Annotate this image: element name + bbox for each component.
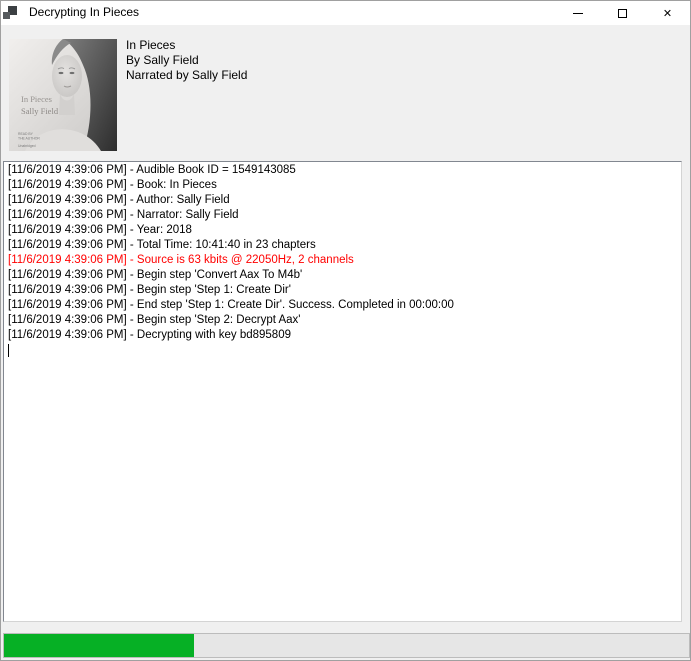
minimize-icon	[573, 13, 583, 14]
app-icon	[3, 6, 17, 20]
window-controls: ✕	[555, 1, 690, 25]
app-icon-square-small	[3, 12, 10, 19]
cover-title-text: In Pieces	[21, 94, 52, 104]
log-line: [11/6/2019 4:39:06 PM] - Total Time: 10:…	[8, 238, 679, 253]
cover-readby-line1: READ BY	[18, 132, 34, 136]
book-title: In Pieces	[126, 38, 247, 53]
window-title: Decrypting In Pieces	[29, 5, 139, 19]
log-line: [11/6/2019 4:39:06 PM] - End step 'Step …	[8, 298, 679, 313]
book-author: By Sally Field	[126, 53, 247, 68]
maximize-button[interactable]	[600, 1, 645, 25]
log-line: [11/6/2019 4:39:06 PM] - Author: Sally F…	[8, 193, 679, 208]
cover-edition-text: Unabridged	[18, 144, 36, 148]
progress-fill	[4, 634, 194, 657]
log-line: [11/6/2019 4:39:06 PM] - Decrypting with…	[8, 328, 679, 343]
titlebar[interactable]: Decrypting In Pieces ✕	[1, 1, 690, 25]
log-line: [11/6/2019 4:39:06 PM] - Year: 2018	[8, 223, 679, 238]
log-line: [11/6/2019 4:39:06 PM] - Begin step 'Ste…	[8, 283, 679, 298]
log-line: [11/6/2019 4:39:06 PM] - Audible Book ID…	[8, 163, 679, 178]
book-cover-art: In Pieces Sally Field READ BY THE AUTHOR…	[9, 39, 117, 151]
log-line: [11/6/2019 4:39:06 PM] - Begin step 'Ste…	[8, 313, 679, 328]
maximize-icon	[618, 9, 627, 18]
minimize-button[interactable]	[555, 1, 600, 25]
close-button[interactable]: ✕	[645, 1, 690, 25]
close-icon: ✕	[663, 8, 672, 19]
log-line: [11/6/2019 4:39:06 PM] - Begin step 'Con…	[8, 268, 679, 283]
book-info: In Pieces By Sally Field Narrated by Sal…	[126, 38, 247, 83]
log-line: [11/6/2019 4:39:06 PM] - Narrator: Sally…	[8, 208, 679, 223]
log-line: [11/6/2019 4:39:06 PM] - Book: In Pieces	[8, 178, 679, 193]
log-lines: [11/6/2019 4:39:06 PM] - Audible Book ID…	[8, 163, 679, 343]
book-cover-image: In Pieces Sally Field READ BY THE AUTHOR…	[9, 39, 117, 151]
log-textbox[interactable]: [11/6/2019 4:39:06 PM] - Audible Book ID…	[3, 161, 682, 622]
progress-bar	[3, 633, 690, 658]
cover-author-text: Sally Field	[21, 106, 59, 116]
log-line: [11/6/2019 4:39:06 PM] - Source is 63 kb…	[8, 253, 679, 268]
book-narrator: Narrated by Sally Field	[126, 68, 247, 83]
cover-readby-line2: THE AUTHOR	[18, 137, 40, 141]
app-window: Decrypting In Pieces ✕	[0, 0, 691, 661]
text-caret	[8, 344, 9, 357]
